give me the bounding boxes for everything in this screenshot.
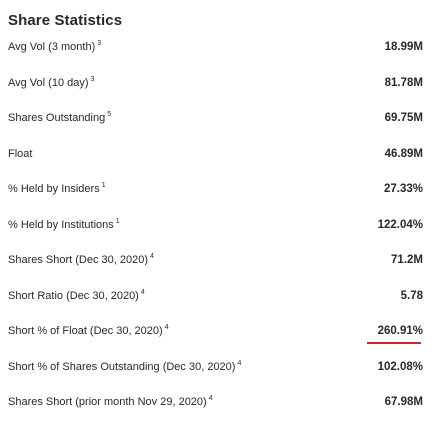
footnote-marker: 1 [115,217,120,225]
stat-row-short-pct-float: Short % of Float (Dec 30, 2020) 4 260.91% [0,314,445,350]
stat-row-held-by-institutions: % Held by Institutions 1 122.04% [0,208,445,244]
stat-value: 5.78 [400,289,423,302]
stat-row-short-ratio: Short Ratio (Dec 30, 2020) 4 5.78 [0,279,445,315]
footnote-marker: 3 [97,40,102,47]
stat-value: 102.08% [377,360,423,373]
stat-row-float: Float 46.89M [0,137,445,173]
stat-label: Avg Vol (10 day) 3 [8,75,95,89]
stat-row-avg-vol-3-month: Avg Vol (3 month) 3 18.99M [0,30,445,66]
stat-label: Avg Vol (3 month) 3 [8,40,102,53]
stat-value: 46.89M [384,147,423,160]
stat-row-held-by-insiders: % Held by Insiders 1 27.33% [0,172,445,208]
highlight-underline [367,342,421,344]
footnote-marker: 3 [90,75,95,83]
stat-value: 260.91% [377,325,423,337]
stat-label: Shares Short (Dec 30, 2020) 4 [8,253,154,266]
stat-row-short-pct-shares-outstanding: Short % of Shares Outstanding (Dec 30, 2… [0,350,445,386]
stat-value: 122.04% [377,218,423,231]
stat-label: Shares Outstanding 5 [8,111,112,124]
footnote-marker: 4 [208,395,213,402]
stat-row-avg-vol-10-day: Avg Vol (10 day) 3 81.78M [0,66,445,102]
stat-value: 71.2M [391,254,423,266]
share-statistics-table: Avg Vol (3 month) 3 18.99M Avg Vol (10 da… [0,30,445,421]
stat-value: 27.33% [383,183,423,195]
stat-value: 18.99M [384,41,423,53]
stat-label: Short Ratio (Dec 30, 2020) 4 [8,288,145,302]
stat-row-shares-outstanding: Shares Outstanding 5 69.75M [0,101,445,137]
stat-label: Shares Short (prior month Nov 29, 2020) 4 [8,395,213,408]
stat-label: Float [8,147,33,160]
stat-label: Short % of Shares Outstanding (Dec 30, 2… [8,359,242,373]
footnote-marker: 4 [140,288,145,296]
section-title: Share Statistics [8,12,123,29]
stat-label: % Held by Insiders 1 [8,182,106,195]
footnote-marker: 4 [237,359,242,367]
stat-label: % Held by Institutions 1 [8,217,120,231]
stat-row-shares-short-prior-month: Shares Short (prior month Nov 29, 2020) 4… [0,385,445,421]
stat-value: 67.98M [384,396,423,408]
footnote-marker: 4 [150,253,154,260]
footnote-marker: 4 [164,324,169,331]
stat-value: 69.75M [384,112,423,124]
stat-label: Short % of Float (Dec 30, 2020) 4 [8,324,169,337]
stat-value: 81.78M [384,76,423,89]
footnote-marker: 1 [101,182,106,189]
stat-row-shares-short: Shares Short (Dec 30, 2020) 4 71.2M [0,243,445,279]
footnote-marker: 5 [107,111,112,118]
